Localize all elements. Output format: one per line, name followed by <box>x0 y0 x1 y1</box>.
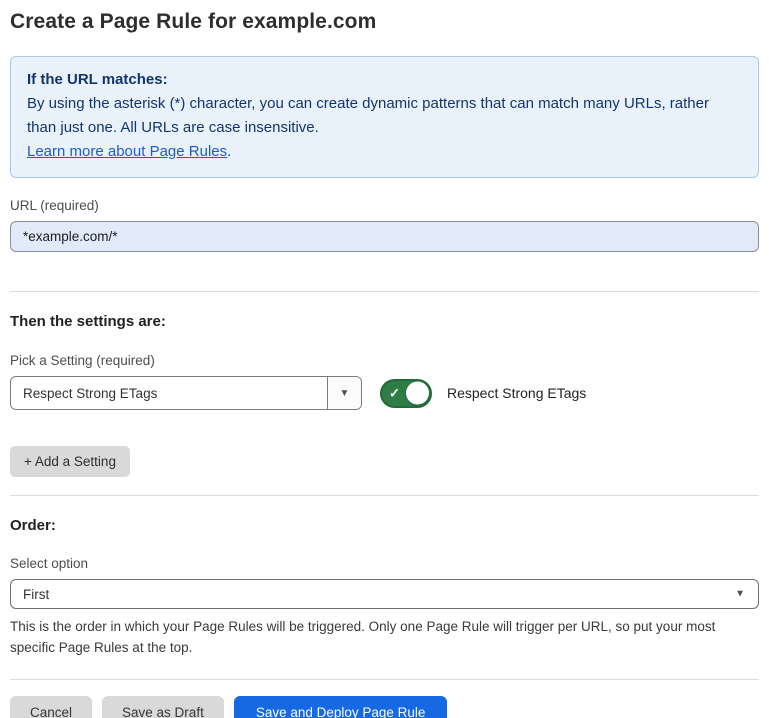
chevron-down-icon: ▼ <box>735 589 745 600</box>
chevron-down-icon: ▼ <box>340 388 350 399</box>
url-input[interactable] <box>10 221 759 252</box>
info-box-body: By using the asterisk (*) character, you… <box>27 92 742 140</box>
setting-row: Respect Strong ETags ▼ ✓ Respect Strong … <box>10 376 759 410</box>
toggle-knob <box>406 382 429 405</box>
add-setting-button[interactable]: + Add a Setting <box>10 446 130 477</box>
setting-select[interactable]: Respect Strong ETags ▼ <box>10 376 362 410</box>
order-help-text: This is the order in which your Page Rul… <box>10 616 750 658</box>
save-as-draft-button[interactable]: Save as Draft <box>102 696 224 718</box>
divider <box>10 291 759 292</box>
setting-select-value: Respect Strong ETags <box>11 377 327 409</box>
link-period: . <box>227 143 231 160</box>
order-select[interactable]: First ▼ <box>10 579 759 609</box>
save-and-deploy-button[interactable]: Save and Deploy Page Rule <box>234 696 448 718</box>
respect-strong-etags-toggle[interactable]: ✓ <box>380 379 432 408</box>
create-page-rule-form: Create a Page Rule for example.com If th… <box>0 0 769 718</box>
divider <box>10 495 759 496</box>
pick-setting-label: Pick a Setting (required) <box>10 353 759 368</box>
toggle-label: Respect Strong ETags <box>447 385 586 401</box>
order-section-heading: Order: <box>10 517 759 534</box>
footer-buttons: Cancel Save as Draft Save and Deploy Pag… <box>10 696 759 718</box>
divider <box>10 679 759 680</box>
page-title: Create a Page Rule for example.com <box>10 10 759 34</box>
order-select-value: First <box>23 587 49 602</box>
setting-select-arrow-button[interactable]: ▼ <box>327 377 361 409</box>
url-matches-info-box: If the URL matches: By using the asteris… <box>10 56 759 178</box>
settings-section-heading: Then the settings are: <box>10 313 759 330</box>
info-box-link-line: Learn more about Page Rules. <box>27 140 742 164</box>
learn-more-link[interactable]: Learn more about Page Rules <box>27 143 227 160</box>
info-box-heading: If the URL matches: <box>27 68 742 92</box>
cancel-button[interactable]: Cancel <box>10 696 92 718</box>
order-select-label: Select option <box>10 556 759 571</box>
url-field-label: URL (required) <box>10 198 759 213</box>
check-icon: ✓ <box>389 387 400 400</box>
